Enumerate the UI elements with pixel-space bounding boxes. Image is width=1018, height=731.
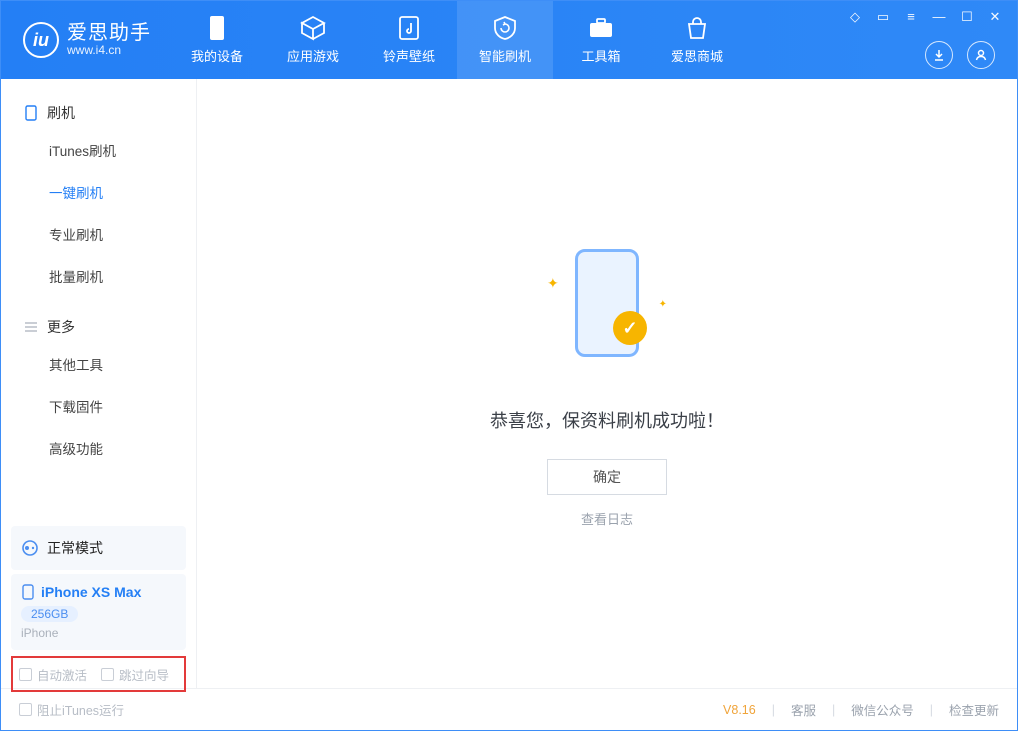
- mode-label: 正常模式: [47, 538, 103, 558]
- wechat-link[interactable]: 微信公众号: [851, 700, 914, 719]
- logo-icon: iu: [23, 22, 59, 58]
- success-message: 恭喜您，保资料刷机成功啦！: [490, 407, 724, 433]
- sidebar: 刷机 iTunes刷机 一键刷机 专业刷机 批量刷机 更多 其他工具 下载固件 …: [1, 79, 197, 688]
- mode-card[interactable]: 正常模式: [11, 526, 186, 570]
- toolbox-icon: [588, 15, 614, 41]
- phone-outline-icon: [23, 105, 39, 121]
- app-subtitle: www.i4.cn: [67, 44, 151, 57]
- device-type: iPhone: [21, 626, 176, 640]
- support-link[interactable]: 客服: [791, 700, 816, 719]
- sidebar-item-other[interactable]: 其他工具: [1, 343, 196, 385]
- nav-device[interactable]: 我的设备: [169, 1, 265, 79]
- list-icon: [23, 319, 39, 335]
- sidebar-section-flash: 刷机: [1, 97, 196, 129]
- sidebar-item-firmware[interactable]: 下载固件: [1, 385, 196, 427]
- star-icon: ✦: [547, 275, 559, 292]
- nav-toolbox[interactable]: 工具箱: [553, 1, 649, 79]
- refresh-shield-icon: [492, 15, 518, 41]
- nav-ringtone[interactable]: 铃声壁纸: [361, 1, 457, 79]
- status-bar: 阻止iTunes运行 V8.16 | 客服 | 微信公众号 | 检查更新: [1, 688, 1017, 730]
- nav-store[interactable]: 爱思商城: [649, 1, 745, 79]
- app-header: iu 爱思助手 www.i4.cn 我的设备 应用游戏 铃声壁纸 智能刷机 工具…: [1, 1, 1017, 79]
- shirt-icon[interactable]: ◇: [847, 9, 863, 25]
- top-nav: 我的设备 应用游戏 铃声壁纸 智能刷机 工具箱 爱思商城: [169, 1, 745, 79]
- checkbox-auto-activate[interactable]: 自动激活: [19, 665, 87, 684]
- account-button[interactable]: [967, 41, 995, 69]
- download-button[interactable]: [925, 41, 953, 69]
- logo-area: iu 爱思助手 www.i4.cn: [1, 22, 169, 58]
- device-card[interactable]: iPhone XS Max 256GB iPhone: [11, 574, 186, 650]
- minimize-button[interactable]: —: [931, 9, 947, 25]
- star-icon: ✦: [659, 299, 667, 310]
- checkbox-block-itunes[interactable]: 阻止iTunes运行: [19, 700, 124, 719]
- sidebar-item-advanced[interactable]: 高级功能: [1, 427, 196, 469]
- mode-icon: [21, 539, 39, 557]
- check-update-link[interactable]: 检查更新: [949, 700, 999, 719]
- version-label: V8.16: [723, 703, 756, 717]
- cube-icon: [300, 15, 326, 41]
- nav-apps[interactable]: 应用游戏: [265, 1, 361, 79]
- view-log-link[interactable]: 查看日志: [581, 509, 633, 528]
- nav-flash[interactable]: 智能刷机: [457, 1, 553, 79]
- bag-icon: [684, 15, 710, 41]
- checkmark-icon: ✓: [613, 311, 647, 345]
- success-illustration: ✦ ✦ ✓: [527, 249, 687, 379]
- menu-icon[interactable]: ≡: [903, 9, 919, 25]
- device-capacity: 256GB: [21, 606, 78, 622]
- phone-icon: [204, 15, 230, 41]
- feedback-icon[interactable]: ▭: [875, 9, 891, 25]
- sidebar-item-pro[interactable]: 专业刷机: [1, 213, 196, 255]
- sidebar-section-more: 更多: [1, 311, 196, 343]
- device-icon: [21, 584, 35, 600]
- ok-button[interactable]: 确定: [547, 459, 667, 495]
- titlebar-controls: ◇ ▭ ≡ — ☐ ✕: [847, 9, 1003, 25]
- music-file-icon: [396, 15, 422, 41]
- maximize-button[interactable]: ☐: [959, 9, 975, 25]
- close-button[interactable]: ✕: [987, 9, 1003, 25]
- device-name-text: iPhone XS Max: [41, 584, 141, 600]
- options-highlight-box: 自动激活 跳过向导: [11, 656, 186, 692]
- main-content: ✦ ✦ ✓ 恭喜您，保资料刷机成功啦！ 确定 查看日志: [197, 79, 1017, 688]
- sidebar-item-itunes[interactable]: iTunes刷机: [1, 129, 196, 171]
- app-title: 爱思助手: [67, 22, 151, 44]
- checkbox-skip-guide[interactable]: 跳过向导: [101, 665, 169, 684]
- sidebar-item-oneclick[interactable]: 一键刷机: [1, 171, 196, 213]
- sidebar-item-batch[interactable]: 批量刷机: [1, 255, 196, 297]
